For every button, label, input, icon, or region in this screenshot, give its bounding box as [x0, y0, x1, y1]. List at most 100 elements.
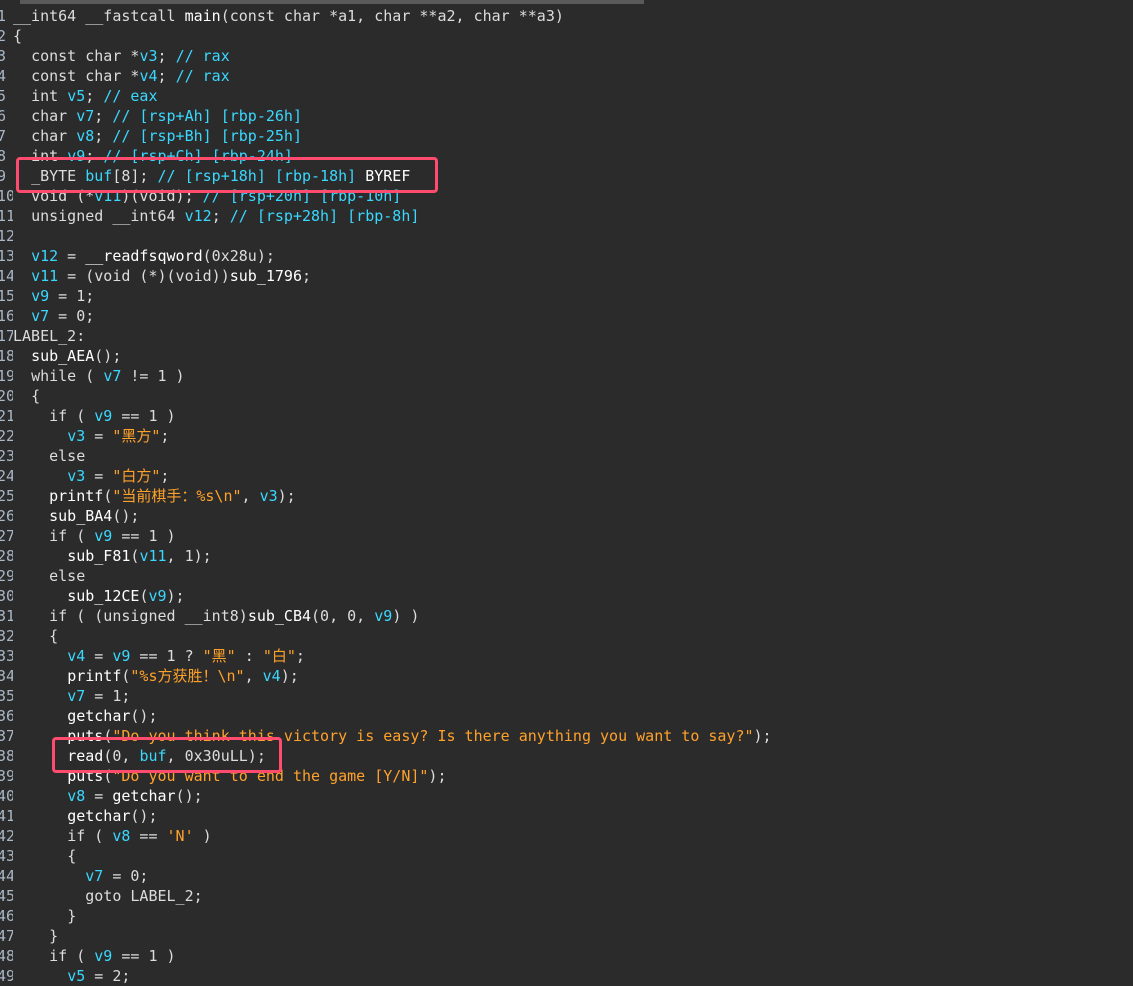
- code-line[interactable]: 22 v3 = "黑方";: [0, 426, 1133, 446]
- code-line[interactable]: 33 v4 = v9 == 1 ? "黑" : "白";: [0, 646, 1133, 666]
- code-token: ;: [85, 87, 104, 105]
- line-number: 11: [0, 207, 13, 225]
- code-line[interactable]: 14 v11 = (void (*)(void))sub_1796;: [0, 266, 1133, 286]
- code-line[interactable]: 39 puts("Do you want to end the game [Y/…: [0, 766, 1133, 786]
- code-token: v9: [148, 587, 167, 605]
- code-line[interactable]: 38 read(0, buf, 0x30uLL);: [0, 746, 1133, 766]
- code-line[interactable]: 13 v12 = __readfsqword(0x28u);: [0, 246, 1133, 266]
- code-line[interactable]: 9 _BYTE buf[8]; // [rsp+18h] [rbp-18h] B…: [0, 166, 1133, 186]
- code-token: "当前棋手：%s\n": [112, 487, 242, 505]
- code-token: != 1 ): [121, 367, 185, 385]
- line-number: 23: [0, 447, 13, 465]
- code-token: printf: [49, 487, 104, 505]
- code-text: char v7; // [rsp+Ah] [rbp-26h]: [13, 106, 302, 126]
- line-number: 18: [0, 347, 13, 365]
- code-line[interactable]: 37 puts("Do you think this victory is ea…: [0, 726, 1133, 746]
- code-line[interactable]: 8 int v9; // [rsp+Ch] [rbp-24h]: [0, 146, 1133, 166]
- code-line[interactable]: 20 {: [0, 386, 1133, 406]
- code-line[interactable]: 42 if ( v8 == 'N' ): [0, 826, 1133, 846]
- code-token: v12: [31, 247, 59, 265]
- code-line[interactable]: 17 LABEL_2:: [0, 326, 1133, 346]
- code-token: buf: [139, 747, 167, 765]
- code-token: v5: [67, 967, 86, 985]
- code-line[interactable]: 4 const char *v4; // rax: [0, 66, 1133, 86]
- line-number: 2: [0, 27, 7, 45]
- line-number: 28: [0, 547, 13, 565]
- line-number: 39: [0, 767, 13, 785]
- code-token: if (: [49, 527, 95, 545]
- code-line[interactable]: 44 v7 = 0;: [0, 866, 1133, 886]
- code-line[interactable]: 10 void (*v11)(void); // [rsp+20h] [rbp-…: [0, 186, 1133, 206]
- code-line[interactable]: 35 v7 = 1;: [0, 686, 1133, 706]
- code-text: unsigned __int64 v12; // [rsp+28h] [rbp-…: [13, 206, 419, 226]
- code-line[interactable]: 31 if ( (unsigned __int8)sub_CB4(0, 0, v…: [0, 606, 1133, 626]
- code-token: v7: [85, 867, 104, 885]
- code-token: );: [277, 487, 296, 505]
- code-line[interactable]: 43 {: [0, 846, 1133, 866]
- code-token: =: [85, 427, 113, 445]
- code-line[interactable]: 46 }: [0, 906, 1133, 926]
- code-text: char v8; // [rsp+Bh] [rbp-25h]: [13, 126, 302, 146]
- code-token: v7: [31, 307, 50, 325]
- code-token: v11: [31, 267, 59, 285]
- code-line[interactable]: 34 printf("%s方获胜！\n", v4);: [0, 666, 1133, 686]
- code-token: puts: [67, 727, 104, 745]
- code-token: v7: [76, 107, 95, 125]
- code-token: v9: [374, 607, 393, 625]
- code-line[interactable]: 40 v8 = getchar();: [0, 786, 1133, 806]
- code-line[interactable]: 15 v9 = 1;: [0, 286, 1133, 306]
- code-text: puts("Do you think this victory is easy?…: [13, 726, 771, 746]
- code-token: __int64 __fastcall: [13, 7, 185, 25]
- code-text: v5 = 2;: [13, 966, 130, 986]
- code-token: if ( (unsigned __int8): [49, 607, 248, 625]
- code-line[interactable]: 27 if ( v9 == 1 ): [0, 526, 1133, 546]
- code-line[interactable]: 2{: [0, 26, 1133, 46]
- code-token: v9: [67, 147, 86, 165]
- line-number: 27: [0, 527, 13, 545]
- line-number: 43: [0, 847, 13, 865]
- code-line[interactable]: 12: [0, 226, 1133, 246]
- code-line[interactable]: 21 if ( v9 == 1 ): [0, 406, 1133, 426]
- line-number: 14: [0, 267, 13, 285]
- code-line[interactable]: 45 goto LABEL_2;: [0, 886, 1133, 906]
- code-line[interactable]: 25 printf("当前棋手：%s\n", v3);: [0, 486, 1133, 506]
- pseudocode-editor[interactable]: 1 __int64 __fastcall main(const char *a1,…: [0, 4, 1133, 986]
- code-line[interactable]: 18 sub_AEA();: [0, 346, 1133, 366]
- line-number: 42: [0, 827, 13, 845]
- code-line[interactable]: 29 else: [0, 566, 1133, 586]
- code-line[interactable]: 19 while ( v7 != 1 ): [0, 366, 1133, 386]
- code-token: main: [184, 7, 221, 25]
- code-line[interactable]: 7 char v8; // [rsp+Bh] [rbp-25h]: [0, 126, 1133, 146]
- code-line[interactable]: 28 sub_F81(v11, 1);: [0, 546, 1133, 566]
- code-line[interactable]: 23 else: [0, 446, 1133, 466]
- code-line[interactable]: 41 getchar();: [0, 806, 1133, 826]
- code-line[interactable]: 1 __int64 __fastcall main(const char *a1,…: [0, 6, 1133, 26]
- code-line[interactable]: 3 const char *v3; // rax: [0, 46, 1133, 66]
- code-text: _BYTE buf[8]; // [rsp+18h] [rbp-18h] BYR…: [13, 166, 410, 186]
- code-line[interactable]: 5 int v5; // eax: [0, 86, 1133, 106]
- code-token: ;: [85, 147, 104, 165]
- code-line[interactable]: 36 getchar();: [0, 706, 1133, 726]
- code-line[interactable]: 49 v5 = 2;: [0, 966, 1133, 986]
- code-token: v5: [67, 87, 86, 105]
- code-line[interactable]: 24 v3 = "白方";: [0, 466, 1133, 486]
- code-line[interactable]: 47 }: [0, 926, 1133, 946]
- code-line[interactable]: 32 {: [0, 626, 1133, 646]
- code-token: v8: [76, 127, 95, 145]
- code-token: v9: [31, 287, 50, 305]
- code-token: else: [49, 447, 86, 465]
- code-token: (const char *a1, char **a2, char **a3): [220, 7, 564, 25]
- code-line[interactable]: 16 v7 = 0;: [0, 306, 1133, 326]
- code-line[interactable]: 26 sub_BA4();: [0, 506, 1133, 526]
- code-line[interactable]: 30 sub_12CE(v9);: [0, 586, 1133, 606]
- code-line[interactable]: 11 unsigned __int64 v12; // [rsp+28h] [r…: [0, 206, 1133, 226]
- code-token: )(void);: [121, 187, 203, 205]
- code-line[interactable]: 6 char v7; // [rsp+Ah] [rbp-26h]: [0, 106, 1133, 126]
- code-line[interactable]: 48 if ( v9 == 1 ): [0, 946, 1133, 966]
- code-token: ();: [112, 507, 140, 525]
- code-token: ;: [94, 127, 113, 145]
